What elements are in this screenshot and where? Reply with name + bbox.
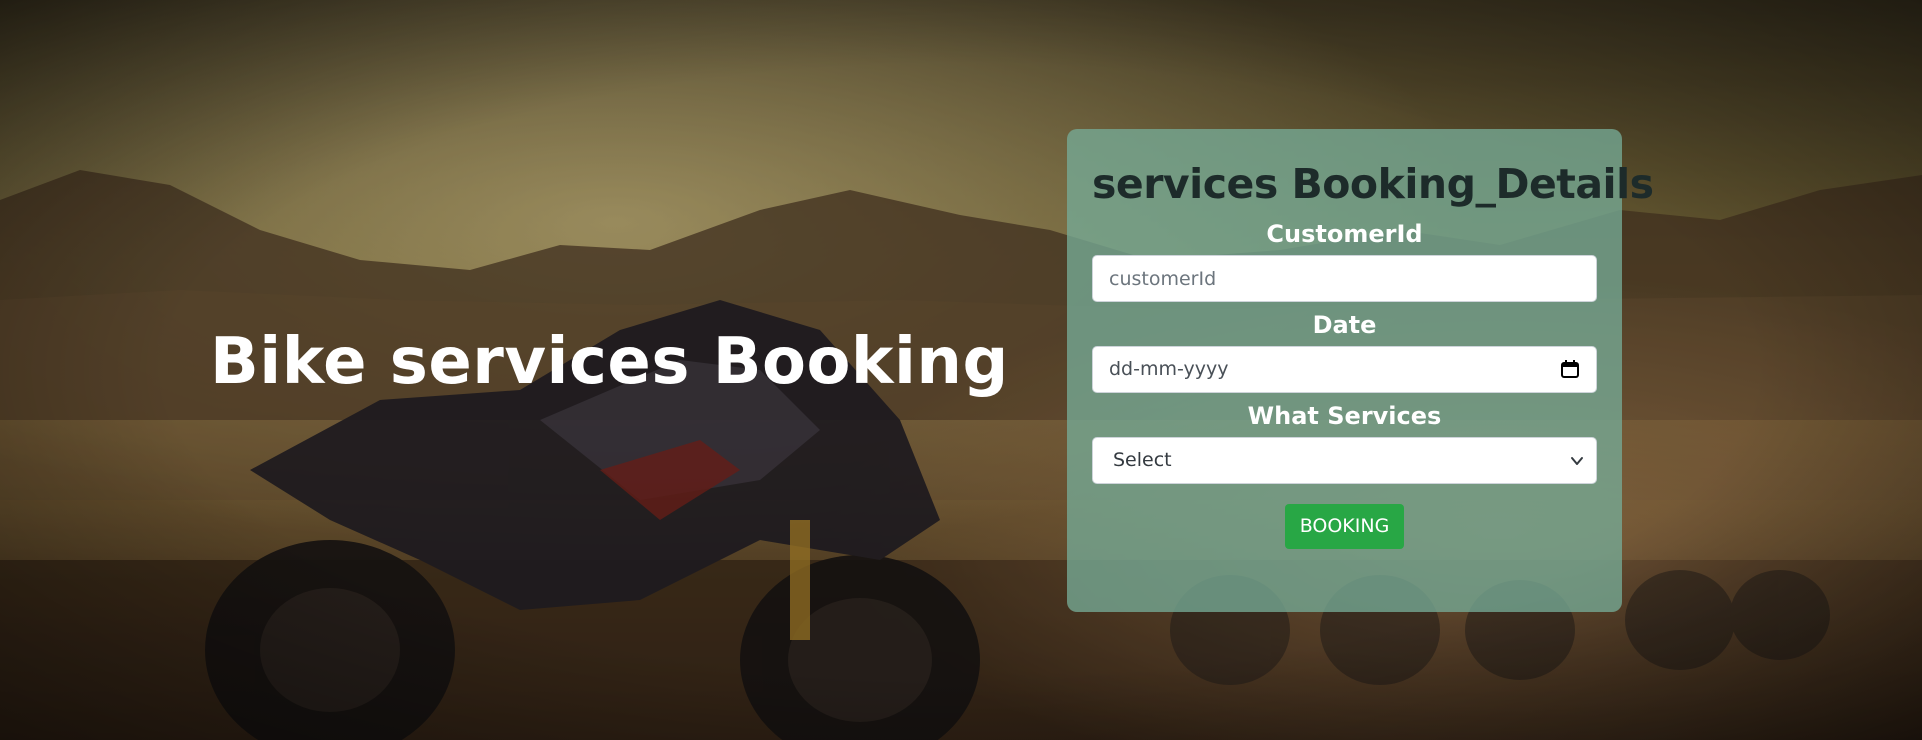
- chevron-down-icon: [1571, 457, 1583, 465]
- hero-title: Bike services Booking: [210, 325, 1009, 399]
- date-input-value: dd-mm-yyyy: [1109, 358, 1229, 380]
- customer-id-input[interactable]: [1093, 256, 1596, 301]
- customer-id-label: CustomerId: [1266, 220, 1423, 248]
- services-select-value: Select: [1113, 449, 1172, 471]
- page: Bike services Booking services Booking_D…: [0, 0, 1922, 740]
- services-select[interactable]: Select: [1092, 437, 1597, 484]
- calendar-icon[interactable]: [1560, 359, 1580, 379]
- date-input[interactable]: dd-mm-yyyy: [1092, 346, 1597, 393]
- date-label: Date: [1312, 311, 1377, 339]
- booking-form: services Booking_Details CustomerId Date…: [1067, 129, 1654, 612]
- customer-id-field: [1092, 255, 1597, 302]
- services-label: What Services: [1247, 402, 1442, 430]
- booking-button[interactable]: BOOKING: [1284, 504, 1405, 549]
- form-title: services Booking_Details: [1092, 160, 1654, 208]
